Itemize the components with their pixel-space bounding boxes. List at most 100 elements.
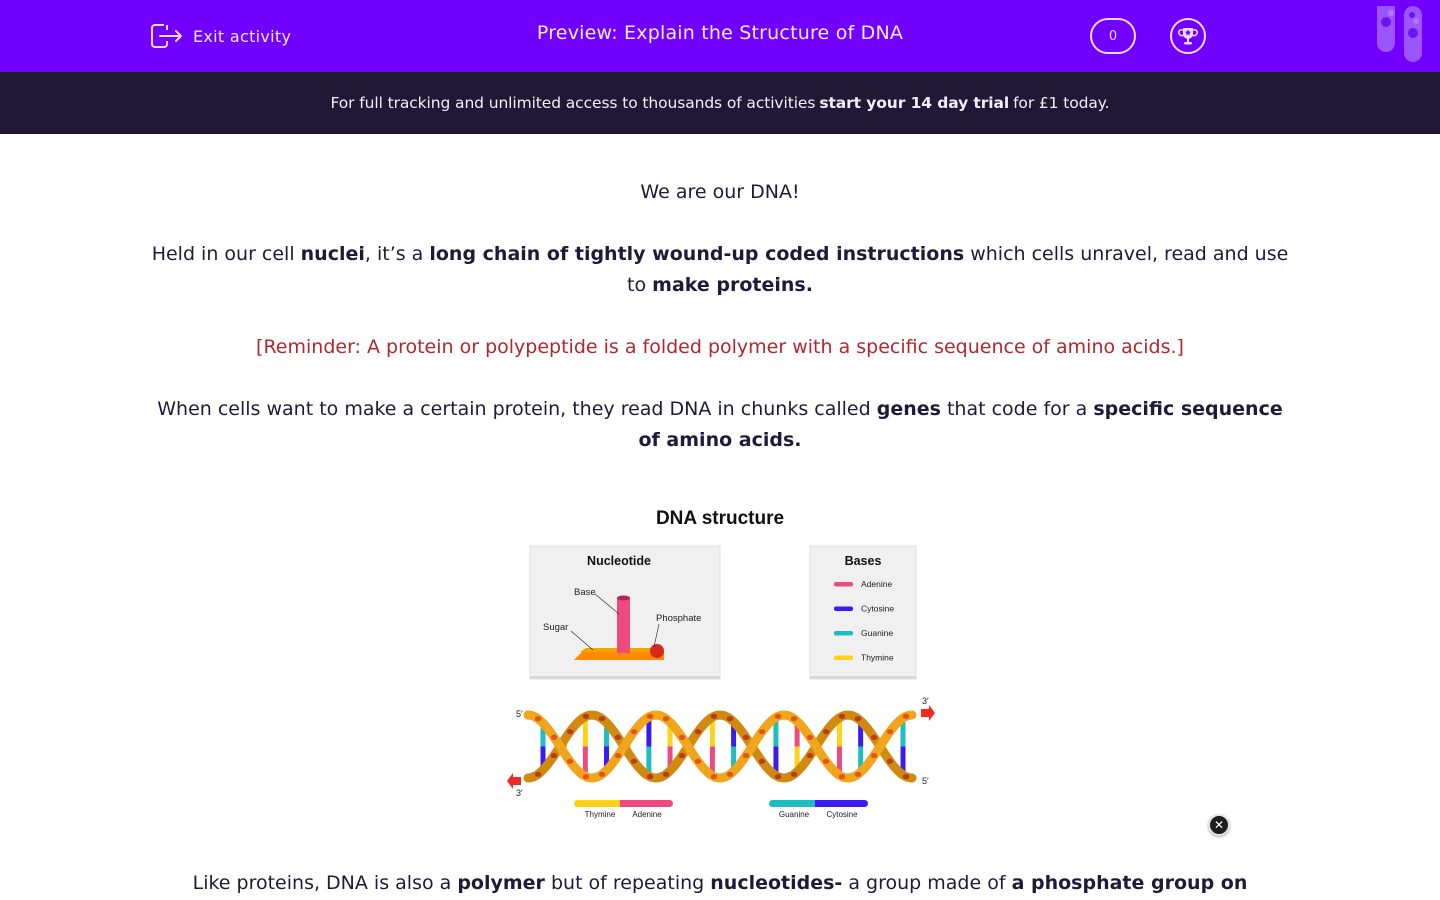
phosphate-dot: [694, 758, 702, 764]
phosphate-dot: [726, 716, 734, 722]
phosphate-dot: [662, 771, 670, 777]
phosphate-dot: [758, 729, 766, 735]
nucleotide-title: Nucleotide: [587, 554, 651, 568]
text: but of repeating: [544, 872, 711, 894]
phosphate-dot: [598, 716, 606, 722]
text: When cells want to make a certain protei…: [157, 398, 877, 420]
bold-term: long chain of tightly wound-up coded ins…: [429, 243, 965, 265]
pair-guanine-cytosine: Guanine Cytosine: [769, 800, 868, 819]
phosphate-dot: [902, 713, 910, 719]
phosphate-dot: [774, 774, 782, 780]
bold-term: nuclei: [300, 243, 365, 265]
legend-label: Guanine: [861, 628, 893, 638]
bases-legend: Bases Adenine Cytosine Guanine Thymine: [809, 545, 917, 680]
bold-term: make proteins.: [652, 274, 813, 296]
phosphate-dot: [902, 774, 910, 780]
phosphate-dot: [614, 734, 622, 740]
phosphate-dot: [614, 753, 622, 759]
strand-label-5prime-left: 5′: [516, 709, 523, 719]
bases-title: Bases: [845, 554, 882, 568]
strand-label-3prime-right: 3′: [922, 696, 929, 706]
pair-label: Thymine: [585, 810, 616, 819]
phosphate-dot: [790, 771, 798, 777]
strand-label-3prime-left: 3′: [516, 788, 523, 798]
phosphate-dot: [742, 753, 750, 759]
dna-structure-figure: DNA structure Nucleotide Base Sugar Phos…: [488, 490, 952, 836]
trial-banner: For full tracking and unlimited access t…: [0, 72, 1440, 134]
trial-link[interactable]: start your 14 day trial: [819, 94, 1009, 112]
phosphate-dot: [758, 758, 766, 764]
nucleotides-paragraph: Like proteins, DNA is also a polymer but…: [145, 868, 1295, 899]
page-title: Preview: Explain the Structure of DNA: [536, 22, 904, 44]
phosphate-dot: [550, 753, 558, 759]
reminder-note: [Reminder: A protein or polypeptide is a…: [256, 336, 1184, 358]
phosphate-dot: [790, 716, 798, 722]
dna-double-helix: [523, 710, 917, 783]
legend-label: Cytosine: [861, 604, 894, 614]
text: a group made of: [842, 872, 1012, 894]
bold-term: polymer: [457, 872, 545, 894]
phosphate-dot: [870, 734, 878, 740]
phosphate-dot: [566, 758, 574, 764]
legend-label: Adenine: [861, 579, 892, 589]
pair-label: Adenine: [632, 810, 662, 819]
phosphate-dot: [694, 729, 702, 735]
text: that code for a: [940, 398, 1094, 420]
nucleotide-panel: Nucleotide Base Sugar Phosphate: [529, 545, 721, 680]
genes-paragraph: When cells want to make a certain protei…: [145, 394, 1295, 456]
phosphate-dot: [534, 771, 542, 777]
phosphate-label: Phosphate: [656, 613, 701, 624]
phosphate-dot: [630, 758, 638, 764]
phosphate-dot: [582, 774, 590, 780]
legend-swatch: [834, 631, 853, 636]
pair-thymine-adenine: Thymine Adenine: [574, 800, 673, 819]
arrow-left-icon: [507, 773, 521, 789]
top-bar: Exit activity Preview: Explain the Struc…: [0, 0, 1440, 72]
text: Held in our cell: [151, 243, 301, 265]
text: , it’s a: [364, 243, 430, 265]
phosphate-dot: [646, 713, 654, 719]
phosphate-dot: [726, 771, 734, 777]
nuclei-paragraph: Held in our cell nuclei, it’s a long cha…: [150, 239, 1290, 301]
test-tubes-icon: [1377, 6, 1422, 62]
text: Like proteins, DNA is also a: [192, 872, 458, 894]
bold-term: a phosphate group on: [1011, 872, 1248, 894]
phosphate-dot: [854, 716, 862, 722]
bold-term: genes: [876, 398, 941, 420]
strand-label-5prime-right: 5′: [922, 776, 929, 786]
score-badge: 0: [1090, 18, 1136, 54]
phosphate-dot: [710, 713, 718, 719]
phosphate-dot: [806, 734, 814, 740]
sugar-label: Sugar: [543, 622, 568, 633]
phosphate-dot: [774, 713, 782, 719]
phosphate-dot: [598, 771, 606, 777]
phosphate-dot: [854, 771, 862, 777]
phosphate-dot: [550, 734, 558, 740]
intro-paragraph: We are our DNA!: [640, 181, 800, 203]
phosphate-dot: [822, 758, 830, 764]
trophy-icon: [1178, 28, 1198, 45]
phosphate-dot: [838, 774, 846, 780]
phosphate-dot: [662, 716, 670, 722]
trophy-button[interactable]: [1170, 18, 1206, 54]
phosphate-dot: [742, 734, 750, 740]
phosphate-dot: [838, 713, 846, 719]
banner-text: For full tracking and unlimited access t…: [330, 94, 816, 112]
close-icon[interactable]: ✕: [1208, 814, 1230, 836]
legend-label: Thymine: [861, 653, 894, 663]
phosphate-dot: [870, 753, 878, 759]
phosphate-dot: [822, 729, 830, 735]
arrow-right-icon: [921, 705, 935, 721]
phosphate-dot: [678, 753, 686, 759]
pair-label: Cytosine: [826, 810, 858, 819]
bold-term: nucleotides-: [710, 872, 843, 894]
phosphate-dot: [886, 758, 894, 764]
legend-swatch: [834, 655, 853, 660]
phosphate-dot: [566, 729, 574, 735]
phosphate-dot: [630, 729, 638, 735]
phosphate-dot: [710, 774, 718, 780]
banner-text-end: for £1 today.: [1013, 94, 1110, 112]
figure-title: DNA structure: [656, 508, 784, 529]
pair-label: Guanine: [779, 810, 810, 819]
legend-swatch: [834, 582, 853, 587]
